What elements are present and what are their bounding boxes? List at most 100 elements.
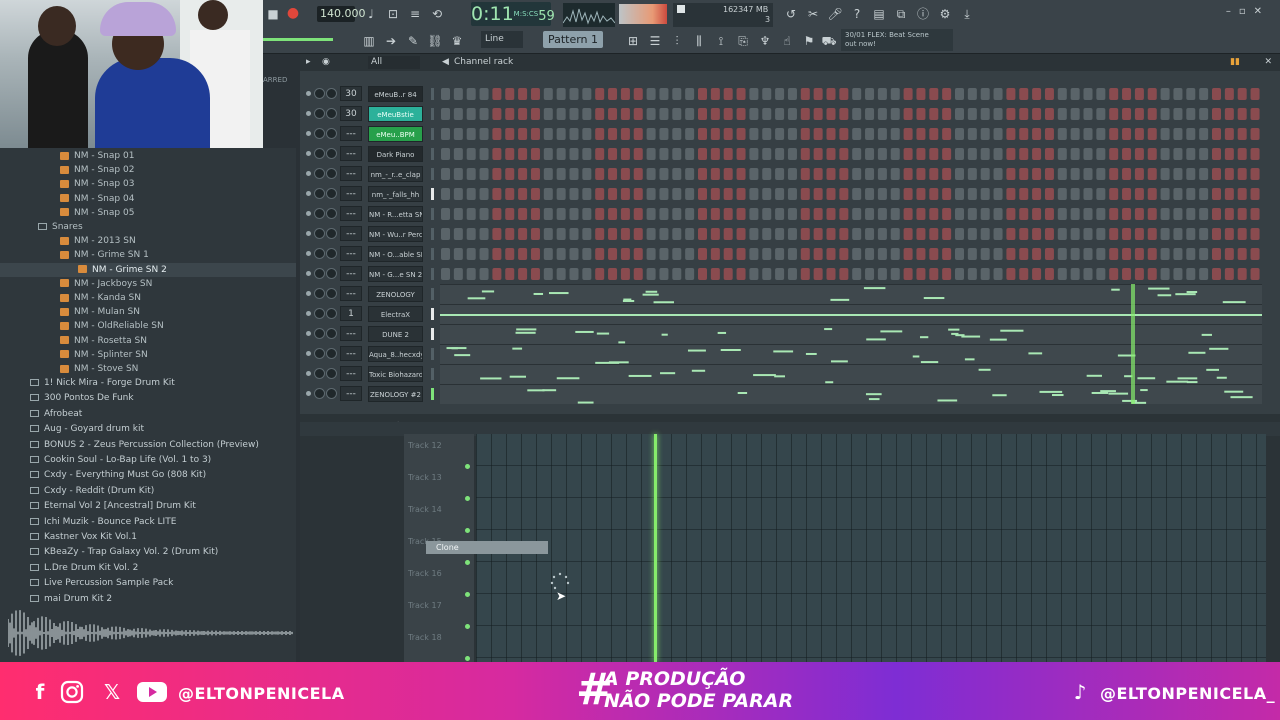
browser-folder[interactable]: Kastner Vox Kit Vol.1 [0,530,296,545]
mixer-track-number[interactable]: --- [340,286,362,301]
channel-row[interactable]: --- Dark Piano [300,144,1265,164]
browser-item[interactable]: NM - Snap 02 [0,163,296,177]
mixer-track-number[interactable]: 30 [340,86,362,101]
browser-item[interactable]: NM - Splinter SN [0,348,296,362]
marker-icon[interactable]: ⚑ [801,33,817,49]
channel-row[interactable]: --- Toxic Biohazard [300,364,1265,384]
pattern-selector[interactable]: Pattern 1 [543,31,603,48]
rack-view-icon[interactable]: ▮▮ [1230,54,1240,71]
browser-item[interactable]: NM - Kanda SN [0,291,296,305]
mute-led[interactable] [306,251,311,256]
step-sequencer[interactable] [440,167,1262,181]
mute-led[interactable] [306,271,311,276]
channel-select-bar[interactable] [431,288,434,300]
snap-select[interactable]: Line [481,31,523,48]
mixer-view-icon[interactable]: ⫶ [669,33,685,49]
playhead[interactable] [654,434,657,662]
mute-led[interactable] [306,231,311,236]
channel-select-bar[interactable] [431,128,434,140]
facebook-icon[interactable]: f [28,680,52,704]
pan-knob[interactable] [314,148,325,159]
channel-row[interactable]: 30 eMeuBstie [300,104,1265,124]
pan-knob[interactable] [314,168,325,179]
browser-folder[interactable]: 300 Pontos De Funk [0,391,296,406]
pan-knob[interactable] [314,228,325,239]
info-icon[interactable]: ⓘ [915,6,931,22]
channel-name-button[interactable]: eMeuB..r 84 [368,86,423,102]
mixer-track-number[interactable]: --- [340,366,362,381]
track-mute-led[interactable] [465,464,470,469]
channel-name-button[interactable]: NM - Wu..r Perc [368,226,423,242]
browser-folder[interactable]: Snares [0,220,296,234]
channel-name-button[interactable]: ZENOLOGY #2 [368,386,423,402]
volume-knob[interactable] [326,228,337,239]
volume-knob[interactable] [326,268,337,279]
browser-folder[interactable]: Live Percussion Sample Pack [0,576,296,591]
pan-knob[interactable] [314,88,325,99]
browser-folder[interactable]: Ichi Muzik - Bounce Pack LITE [0,515,296,530]
browser-folder[interactable]: Afrobeat [0,407,296,422]
x-twitter-icon[interactable]: 𝕏 [100,680,124,704]
mute-led[interactable] [306,391,311,396]
loop-record-icon[interactable]: ⟲ [429,6,445,22]
track-label[interactable]: Track 16 [408,567,468,581]
pan-knob[interactable] [314,128,325,139]
step-sequencer[interactable] [440,227,1262,241]
track-label[interactable]: Track 14 [408,503,468,517]
channel-row[interactable]: --- nm_-_falls_hh [300,184,1265,204]
channel-name-button[interactable]: eMeu..BPM [368,126,423,142]
browser-item[interactable]: NM - Mulan SN [0,305,296,319]
pan-knob[interactable] [314,328,325,339]
metronome-icon[interactable]: ♩ [363,6,379,22]
browser-folder[interactable]: 1! Nick Mira - Forge Drum Kit [0,376,296,391]
browser-folder[interactable]: KBeaZy - Trap Galaxy Vol. 2 (Drum Kit) [0,545,296,560]
cart-icon[interactable]: ⛟ [821,33,837,49]
mini-piano-roll[interactable] [440,304,1262,324]
channel-name-button[interactable]: ZENOLOGY [368,286,423,302]
mixer-track-number[interactable]: --- [340,386,362,401]
channel-row[interactable]: --- DUNE 2 [300,324,1265,344]
channel-name-button[interactable]: NM - G...e SN 2 [368,266,423,282]
mini-piano-roll[interactable] [440,324,1262,344]
channel-row[interactable]: --- NM - G...e SN 2 [300,264,1265,284]
channel-select-bar[interactable] [431,188,434,200]
volume-knob[interactable] [326,168,337,179]
pan-knob[interactable] [314,208,325,219]
undo-icon[interactable]: ↺ [783,6,799,22]
mixer-track-number[interactable]: --- [340,226,362,241]
volume-knob[interactable] [326,248,337,259]
pan-knob[interactable] [314,388,325,399]
plugin-picker-icon[interactable]: ♆ [757,33,773,49]
volume-knob[interactable] [326,368,337,379]
step-sequencer[interactable] [440,247,1262,261]
browser-item[interactable]: NM - Rosetta SN [0,334,296,348]
wait-record-icon[interactable]: ⊡ [385,6,401,22]
pan-knob[interactable] [314,268,325,279]
mixer-track-number[interactable]: --- [340,246,362,261]
tempo-display[interactable]: 140.000 [317,6,366,22]
channel-select-bar[interactable] [431,368,434,380]
help-icon[interactable]: ? [849,6,865,22]
browser-folder[interactable]: BONUS 2 - Zeus Percussion Collection (Pr… [0,438,296,453]
mixer-track-number[interactable]: --- [340,346,362,361]
tools-icon[interactable]: ✂ [805,6,821,22]
volume-knob[interactable] [326,348,337,359]
mute-led[interactable] [306,351,311,356]
volume-knob[interactable] [326,328,337,339]
track-label[interactable]: Track 13 [408,471,468,485]
volume-knob[interactable] [326,108,337,119]
rack-swing-icon[interactable]: ◉ [322,54,330,71]
channel-select-bar[interactable] [431,228,434,240]
pan-knob[interactable] [314,108,325,119]
volume-knob[interactable] [326,128,337,139]
mixer-track-number[interactable]: --- [340,166,362,181]
track-mute-led[interactable] [465,496,470,501]
step-sequencer[interactable] [440,207,1262,221]
volume-knob[interactable] [326,188,337,199]
step-sequencer[interactable] [440,147,1262,161]
mixer-track-number[interactable]: 30 [340,106,362,121]
volume-knob[interactable] [326,288,337,299]
playlist-icon[interactable]: ⊞ [625,33,641,49]
channel-name-button[interactable]: DUNE 2 [368,326,423,342]
browser-item[interactable]: NM - Snap 01 [0,149,296,163]
